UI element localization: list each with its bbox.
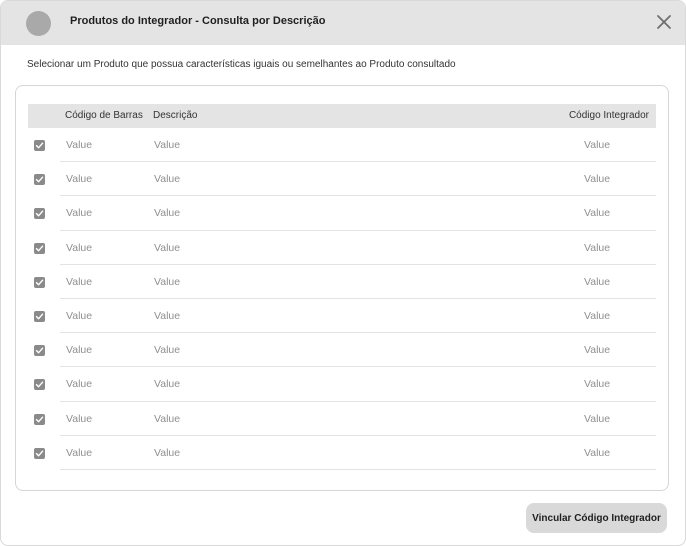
table-row[interactable]: Value Value Value — [28, 402, 656, 436]
column-header-barcode: Código de Barras — [65, 110, 143, 121]
row-checkbox[interactable] — [34, 208, 45, 220]
row-checkbox[interactable] — [34, 447, 45, 459]
dialog-header: Produtos do Integrador - Consulta por De… — [1, 1, 685, 45]
table-row[interactable]: Value Value Value — [28, 333, 656, 368]
table-row[interactable]: Value Value Value — [28, 299, 656, 334]
dialog-subtitle: Selecionar um Produto que possua caracte… — [27, 59, 456, 70]
table-row[interactable]: Value Value Value — [28, 436, 656, 470]
checkmark-icon — [35, 279, 44, 286]
cell-description: Value — [154, 309, 181, 322]
checkmark-icon — [35, 450, 44, 457]
row-checkbox[interactable] — [34, 413, 45, 425]
checkmark-icon — [35, 176, 44, 183]
cell-barcode: Value — [66, 275, 93, 288]
cell-barcode: Value — [66, 378, 93, 391]
cell-integrator-code: Value — [584, 412, 611, 425]
cell-integrator-code: Value — [584, 139, 611, 151]
checkmark-icon — [35, 142, 44, 149]
row-checkbox[interactable] — [34, 242, 45, 254]
close-button[interactable] — [654, 12, 674, 32]
table-row[interactable]: Value Value Value — [28, 196, 656, 231]
checkmark-icon — [35, 347, 44, 354]
cell-description: Value — [154, 207, 181, 220]
column-header-description: Descrição — [153, 110, 198, 121]
cell-description: Value — [154, 139, 181, 151]
table-row[interactable]: Value Value Value — [28, 231, 656, 265]
row-divider — [60, 468, 656, 470]
cell-barcode: Value — [66, 446, 93, 459]
cell-barcode: Value — [66, 309, 93, 322]
table-body: Value Value Value Value Value Value Value Value… — [28, 128, 656, 470]
cell-description: Value — [154, 344, 181, 357]
results-panel: Código de Barras Descrição Código Integr… — [15, 85, 669, 491]
cell-integrator-code: Value — [584, 241, 611, 254]
cell-description: Value — [154, 378, 181, 391]
cell-barcode: Value — [66, 207, 93, 220]
cell-description: Value — [154, 412, 181, 425]
close-icon — [657, 15, 671, 29]
table-row[interactable]: Value Value Value — [28, 128, 656, 163]
row-checkbox[interactable] — [34, 345, 45, 357]
checkmark-icon — [35, 245, 44, 251]
table-header: Código de Barras Descrição Código Integr… — [28, 104, 656, 128]
cell-description: Value — [154, 275, 181, 288]
product-dialog: Produtos do Integrador - Consulta por De… — [0, 0, 686, 546]
cell-barcode: Value — [66, 139, 93, 151]
cell-integrator-code: Value — [584, 344, 611, 357]
row-checkbox[interactable] — [34, 174, 45, 186]
checkmark-icon — [35, 381, 44, 388]
row-checkbox[interactable] — [34, 310, 45, 322]
cell-integrator-code: Value — [584, 446, 611, 459]
row-checkbox[interactable] — [34, 276, 45, 288]
dialog-title: Produtos do Integrador - Consulta por De… — [70, 15, 326, 27]
row-checkbox[interactable] — [34, 140, 45, 151]
cell-barcode: Value — [66, 173, 93, 186]
cell-description: Value — [154, 173, 181, 186]
cell-integrator-code: Value — [584, 309, 611, 322]
cell-integrator-code: Value — [584, 378, 611, 391]
cell-description: Value — [154, 446, 181, 459]
cell-integrator-code: Value — [584, 173, 611, 186]
row-checkbox[interactable] — [34, 379, 45, 391]
link-integrator-code-button[interactable]: Vincular Código Integrador — [526, 503, 667, 533]
cell-barcode: Value — [66, 241, 93, 254]
cell-integrator-code: Value — [584, 275, 611, 288]
table-row[interactable]: Value Value Value — [28, 162, 656, 197]
checkmark-icon — [35, 313, 44, 320]
cell-description: Value — [154, 241, 181, 254]
cell-barcode: Value — [66, 344, 93, 357]
checkmark-icon — [35, 210, 44, 217]
cell-integrator-code: Value — [584, 207, 611, 220]
avatar — [26, 11, 51, 36]
cell-barcode: Value — [66, 412, 93, 425]
checkmark-icon — [35, 416, 44, 422]
table-row[interactable]: Value Value Value — [28, 367, 656, 402]
table-row[interactable]: Value Value Value — [28, 265, 656, 299]
column-header-integrator-code: Código Integrador — [568, 110, 649, 121]
